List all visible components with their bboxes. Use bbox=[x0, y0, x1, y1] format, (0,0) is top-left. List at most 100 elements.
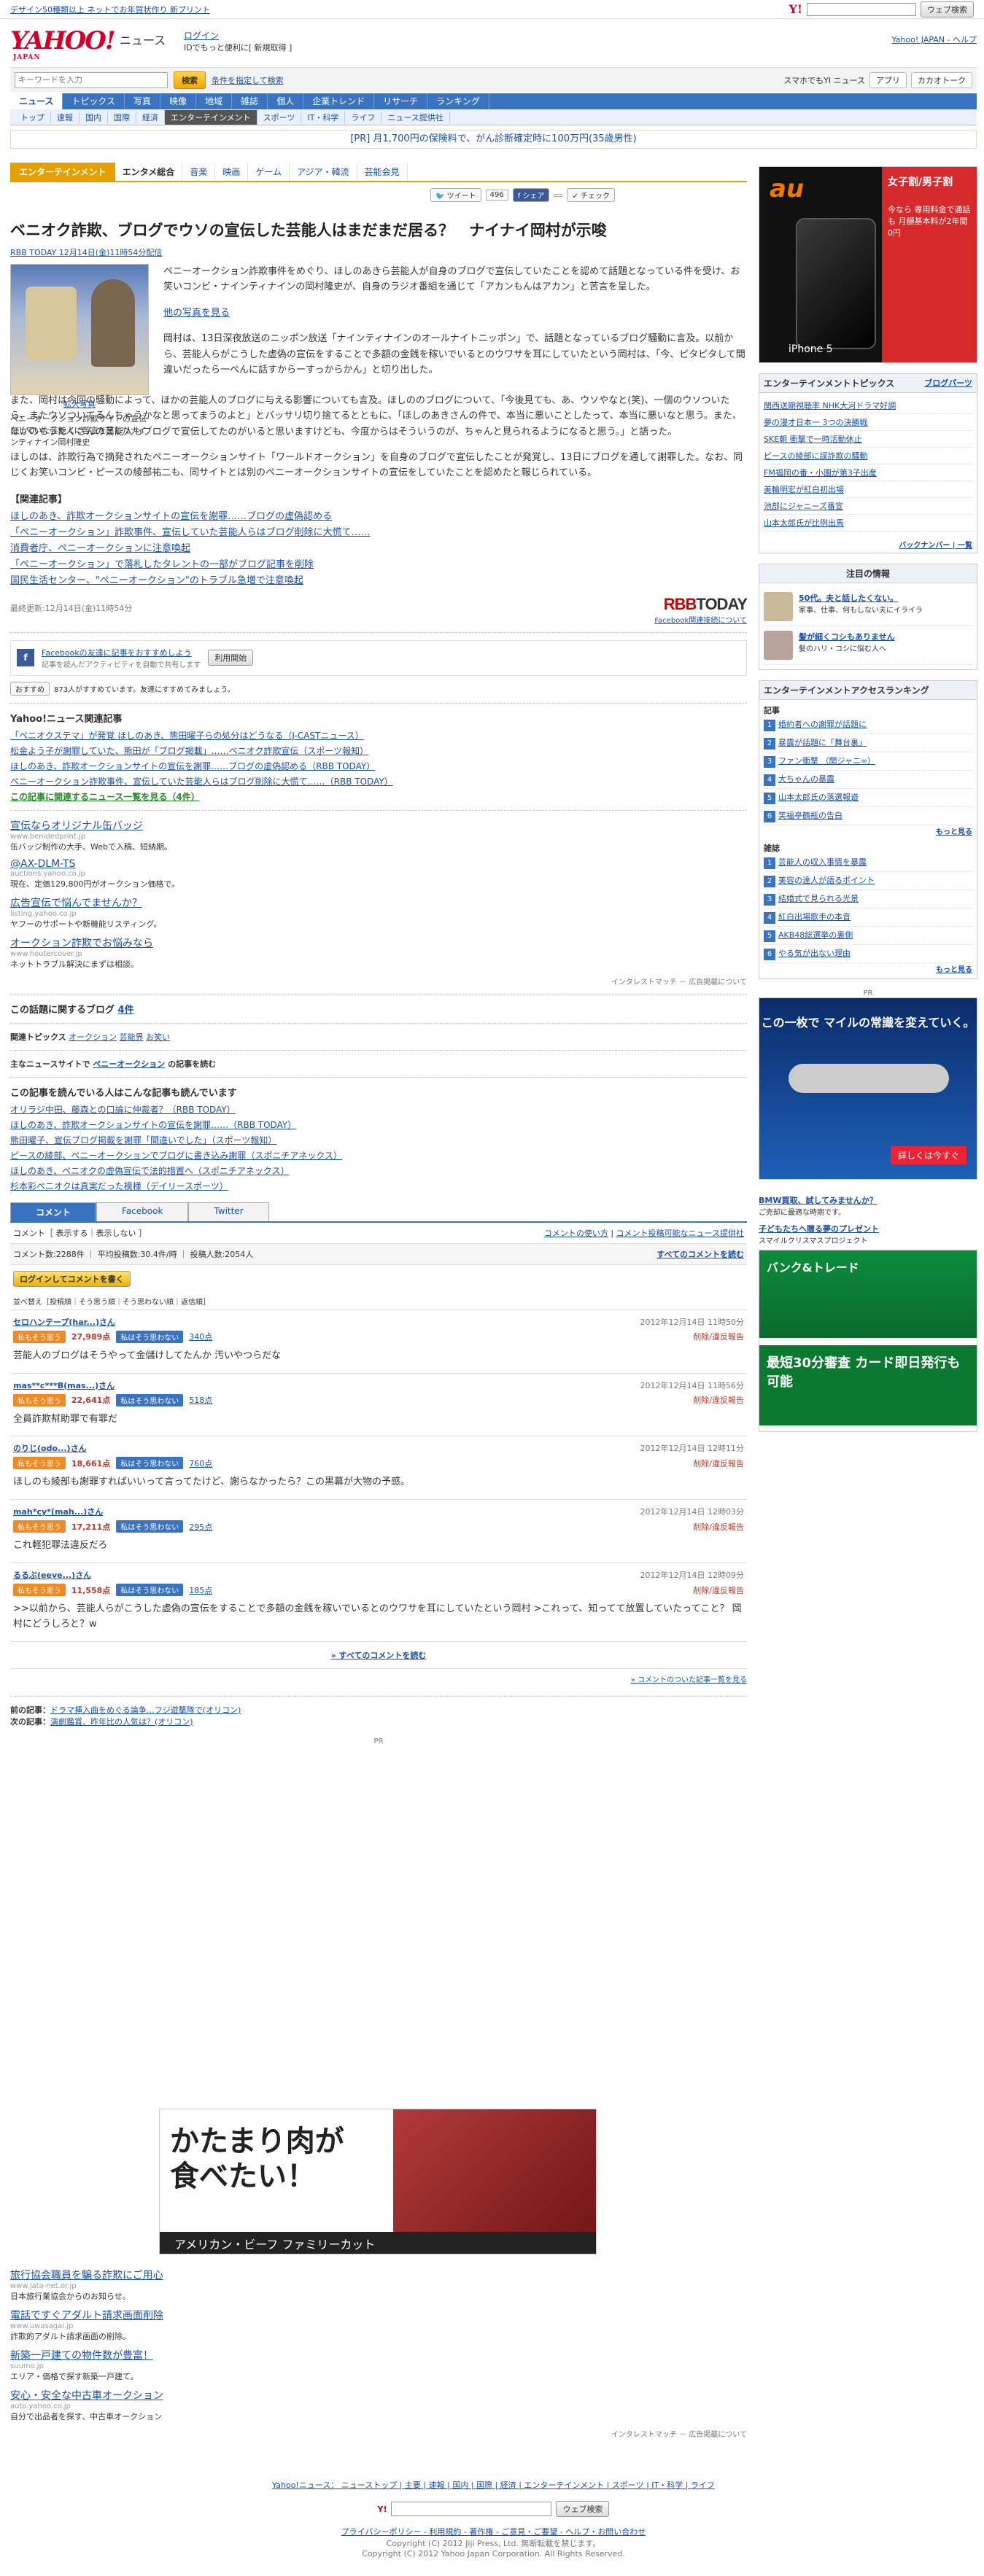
top-search-input[interactable] bbox=[807, 2, 916, 16]
login-to-comment-button[interactable]: ログインしてコメントを書く bbox=[13, 1270, 131, 1287]
ad-title-3[interactable]: オークション詐欺でお悩みなら bbox=[10, 935, 747, 950]
facebook-share-button[interactable]: f シェア bbox=[512, 188, 550, 202]
tweet-button[interactable]: 🐦 ツイート bbox=[430, 188, 481, 202]
ad-footer[interactable]: インタレストマッチ － 広告掲載について bbox=[10, 976, 747, 987]
ranking-item-link-4[interactable]: 山本太郎氏の落選報道 bbox=[778, 793, 859, 802]
ranking-more[interactable]: もっと見る bbox=[764, 825, 972, 836]
check-button[interactable]: ✓ チェック bbox=[567, 188, 615, 202]
main-nav-item-0[interactable]: ニュース bbox=[10, 93, 63, 109]
cat-tab-4[interactable]: アジア・韓流 bbox=[290, 163, 357, 181]
ranking-item-link-0[interactable]: 婚約者への謝罪が話題に bbox=[778, 720, 867, 729]
footer-links[interactable]: Yahoo!ニュース： ニューストップ | 主要 | 速報 | 国内 | 国際 … bbox=[10, 2479, 977, 2491]
login-link[interactable]: ログイン bbox=[184, 31, 219, 41]
main-nav-item-2[interactable]: 写真 bbox=[125, 93, 161, 109]
also-read-3[interactable]: ピースの綾部、ペニーオークションでブログに書き込み謝罪（スポニチアネックス） bbox=[10, 1149, 747, 1161]
also-read-2[interactable]: 熊田曜子、宣伝ブログ掲載を謝罪「間違いでした」（スポーツ報知） bbox=[10, 1134, 747, 1146]
app-button[interactable]: アプリ bbox=[869, 71, 907, 88]
bmw-ad[interactable]: BMW買取、試してみませんか？ bbox=[759, 1194, 977, 1206]
sub-nav-item-7[interactable]: IT・科学 bbox=[301, 111, 346, 123]
cat-tab-1[interactable]: 音楽 bbox=[182, 163, 216, 181]
also-read-5[interactable]: 杉本彩ペニオクは真実だった模様（デイリースポーツ） bbox=[10, 1180, 747, 1192]
agree-button[interactable]: 私もそう思う bbox=[13, 1457, 66, 1470]
mileage-card-ad[interactable]: この一枚で マイルの常識を変えていく。 詳しくは今すぐ bbox=[759, 997, 977, 1180]
ranking-item-link-2[interactable]: ファン衝撃 （関ジャニ∞） bbox=[778, 756, 875, 766]
also-read-1[interactable]: ほしのあき、詐欺オークションサイトの宣伝を謝罪……（RBB TODAY） bbox=[10, 1118, 747, 1131]
cat-tab-2[interactable]: 映画 bbox=[215, 163, 249, 181]
ad2-title-3[interactable]: 安心・安全な中古車オークション bbox=[10, 2388, 747, 2402]
topic-item-link-2[interactable]: SKE朝 衝撃で一時活動休止 bbox=[764, 435, 862, 444]
fb-connect-button[interactable]: 利用開始 bbox=[208, 650, 254, 666]
mag-more[interactable]: もっと見る bbox=[764, 963, 972, 974]
sub-nav-item-3[interactable]: 国際 bbox=[108, 111, 136, 123]
category-main[interactable]: エンターテインメント bbox=[10, 163, 115, 181]
all-comments-bottom-link[interactable]: » すべてのコメントを読む bbox=[10, 1642, 747, 1669]
sub-nav-item-6[interactable]: スポーツ bbox=[257, 111, 302, 123]
related-link-1[interactable]: 「ペニーオークション」詐欺事件、宣伝していた芸能人らはブログ削除に大慌て…… bbox=[10, 524, 747, 538]
mag-item-link-4[interactable]: AKB48総選挙の裏側 bbox=[778, 930, 853, 940]
disagree-button[interactable]: 私はそう思わない bbox=[116, 1584, 184, 1596]
mag-item-link-5[interactable]: やる気が出ない理由 bbox=[778, 949, 851, 958]
topic-item-link-1[interactable]: 夢の漫才日本一 3つの決勝戦 bbox=[764, 418, 868, 427]
kids-ad[interactable]: 子どもたちへ贈る夢のプレゼント bbox=[759, 1223, 977, 1234]
sub-nav-item-8[interactable]: ライフ bbox=[345, 111, 382, 123]
rel-news-more[interactable]: この記事に関連するニュース一覧を見る（4件） bbox=[10, 790, 747, 803]
disagree-button[interactable]: 私はそう思わない bbox=[116, 1457, 184, 1470]
all-comments-link[interactable]: すべてのコメントを読む bbox=[656, 1248, 744, 1260]
comment-user[interactable]: mas**c***B(mas...)さん bbox=[13, 1380, 115, 1391]
mag-item-link-3[interactable]: 紅白出場歌手の本音 bbox=[778, 912, 851, 922]
mag-item-link-0[interactable]: 芸能人の収入事情を暴露 bbox=[778, 857, 867, 867]
tab-comment[interactable]: コメント bbox=[10, 1202, 97, 1221]
report-link[interactable]: 削除/違反報告 bbox=[693, 1458, 744, 1469]
agree-button[interactable]: 私もそう思う bbox=[13, 1584, 66, 1596]
top-notice-link[interactable]: デザイン50種類以上 ネットでお年賀状作り 新プリント bbox=[10, 4, 210, 15]
topic-item-link-4[interactable]: FM福岡の番・小園が第3子出産 bbox=[764, 468, 877, 478]
agree-button[interactable]: 私もそう思う bbox=[13, 1393, 66, 1406]
photo-zoom-link[interactable]: 拡大写真 bbox=[10, 398, 149, 410]
beef-ad[interactable]: かたまり肉が 食べたい！ アメリカン・ビーフ ファミリーカット bbox=[159, 2109, 597, 2254]
sub-nav-item-0[interactable]: トップ bbox=[15, 111, 51, 123]
top-search-button[interactable]: ウェブ検索 bbox=[921, 1, 974, 17]
disagree-button[interactable]: 私はそう思わない bbox=[116, 1330, 184, 1343]
main-nav-item-9[interactable]: ランキング bbox=[427, 93, 489, 109]
recommend-button[interactable]: おすすめ bbox=[10, 681, 50, 696]
related-link-2[interactable]: 消費者庁、ペニーオークションに注意喚起 bbox=[10, 540, 747, 554]
cat-tab-0[interactable]: エンタメ総合 bbox=[115, 163, 183, 181]
topic-1[interactable]: 芸能界 bbox=[120, 1032, 144, 1042]
advanced-search-link[interactable]: 条件を指定して検索 bbox=[212, 74, 284, 86]
fb-connect-title[interactable]: Facebookの友達に記事をおすすめしよう bbox=[42, 647, 201, 658]
main-nav-item-5[interactable]: 雑誌 bbox=[232, 93, 268, 109]
tab-twitter[interactable]: Twitter bbox=[188, 1202, 269, 1221]
related-link-0[interactable]: ほしのあき、詐欺オークションサイトの宣伝を謝罪……ブログの虚偽認める bbox=[10, 508, 747, 522]
mag-item-link-2[interactable]: 結婚式で見られる光景 bbox=[778, 894, 859, 903]
ad2-title-0[interactable]: 旅行協会職員を騙る詐欺にご用心 bbox=[10, 2268, 747, 2282]
topic-0[interactable]: オークション bbox=[69, 1032, 117, 1042]
mainsite-keyword[interactable]: ペニーオークション bbox=[93, 1059, 165, 1069]
topic-2[interactable]: お笑い bbox=[146, 1032, 170, 1042]
comment-user[interactable]: セロハンテープ(har...)さん bbox=[13, 1316, 115, 1328]
attention-item-1[interactable]: 髪が細くコシもありません 髪のハリ・コシに悩む人へ bbox=[764, 626, 972, 665]
comments-sort[interactable]: 並べ替え［投稿順｜そう思う順｜そう思わない順｜返信順］ bbox=[10, 1293, 747, 1310]
also-read-4[interactable]: ほしのあき、ペニオクの虚偽宣伝で法的措置へ（スポニチアネックス） bbox=[10, 1164, 747, 1177]
sub-nav-item-5[interactable]: エンターテインメント bbox=[165, 109, 257, 125]
news-search-input[interactable] bbox=[15, 71, 168, 88]
report-link[interactable]: 削除/違反報告 bbox=[693, 1584, 744, 1596]
attention-item-0[interactable]: 50代。夫と話したくない。 家事、仕事、何もしない夫にイライラ bbox=[764, 588, 972, 626]
smbc-ad[interactable]: バンク&トレード 最短30分審査 カード即日発行も可能 bbox=[759, 1250, 977, 1432]
cat-tab-5[interactable]: 芸能会見 bbox=[357, 163, 408, 181]
comment-provider-link[interactable]: コメント投稿可能なニュース提供社 bbox=[616, 1229, 744, 1238]
rel-news-3[interactable]: ペニーオークション詐欺事件、宣伝していた芸能人らはブログ削除に大慌て……（RBB… bbox=[10, 775, 747, 787]
blog-parts-link[interactable]: ブログパーツ bbox=[924, 377, 972, 389]
au-ad[interactable]: au iPhone 5 女子割/男子割 今なら 専用料金で通話も 月額基本料が2… bbox=[759, 166, 977, 363]
comment-user[interactable]: るるぶ(eeve...)さん bbox=[13, 1569, 91, 1581]
topic-item-link-3[interactable]: ピースの綾部に誤詐欺の騒動 bbox=[764, 451, 867, 461]
ad2-title-2[interactable]: 新築一戸建ての物件数が豊富！ bbox=[10, 2348, 747, 2362]
main-nav-item-7[interactable]: 企業トレンド bbox=[303, 93, 375, 109]
report-link[interactable]: 削除/違反報告 bbox=[693, 1331, 744, 1342]
blog-count-link[interactable]: 4件 bbox=[118, 1005, 134, 1016]
ranking-item-link-1[interactable]: 暴露が話題に「舞台裏」 bbox=[778, 738, 867, 747]
also-read-0[interactable]: オリラジ中田、藤森との口論に仲裁者？（RBB TODAY） bbox=[10, 1103, 747, 1116]
yahoo-logo[interactable]: YAHOO! JAPAN bbox=[10, 26, 116, 61]
main-nav-item-8[interactable]: リサーチ bbox=[374, 93, 428, 109]
topic-item-link-5[interactable]: 美輪明宏が紅白初出場 bbox=[764, 485, 844, 494]
topic-item-link-0[interactable]: 関西送期視聴率 NHK大河ドラマ好調 bbox=[764, 401, 896, 410]
